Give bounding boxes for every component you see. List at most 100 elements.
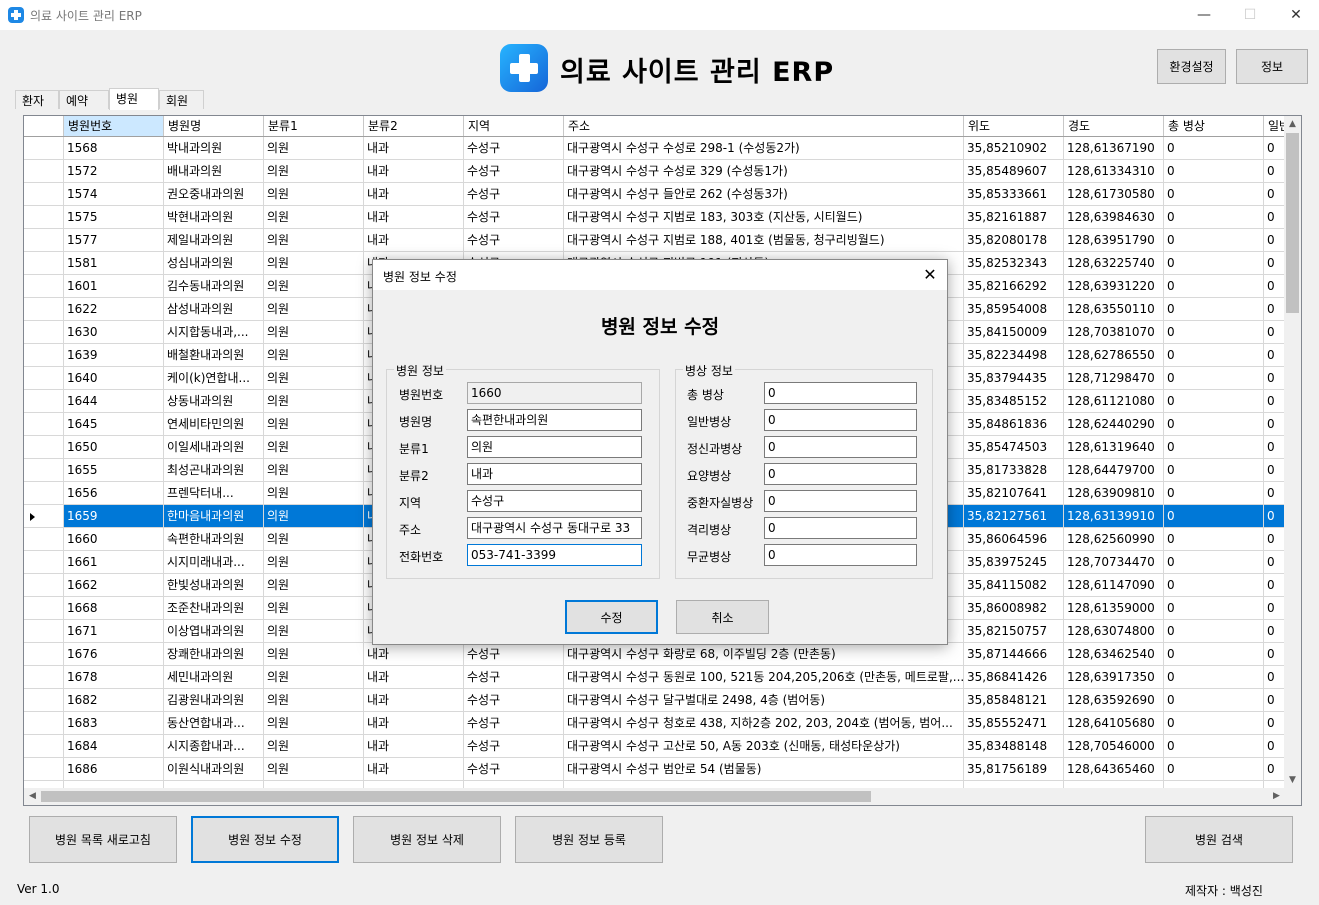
vertical-scrollbar[interactable]: ▲ ▼ [1284,116,1301,789]
cell-address[interactable]: 대구광역시 수성구 화랑로 68, 이주빌딩 2층 (만촌동) [564,643,964,666]
cell-category1[interactable]: 의원 [264,551,364,574]
general-beds-field[interactable]: 0 [764,409,917,431]
cell-longitude[interactable]: 128,71298470 [1064,367,1164,390]
row-header[interactable] [24,229,64,252]
cell-longitude[interactable]: 128,63984630 [1064,206,1164,229]
cell-latitude[interactable]: 35,85333661 [964,183,1064,206]
cell-general-beds[interactable]: 0 [1264,597,1285,620]
tab-member[interactable]: 회원 [159,90,204,109]
delete-hospital-button[interactable]: 병원 정보 삭제 [353,816,501,863]
column-header[interactable]: 분류2 [364,116,464,136]
row-header[interactable] [24,367,64,390]
cell-category2[interactable]: 내과 [364,137,464,160]
cell-hospital-name[interactable]: 속편한내과의원 [164,528,264,551]
cell-total-beds[interactable]: 0 [1164,712,1264,735]
cell-general-beds[interactable]: 0 [1264,436,1285,459]
cell-category2[interactable]: 내과 [364,735,464,758]
column-header[interactable]: 지역 [464,116,564,136]
cell-category1[interactable]: 의원 [264,574,364,597]
cell-hospital-id[interactable]: 1678 [64,666,164,689]
row-header[interactable] [24,505,64,528]
cell-category1[interactable]: 의원 [264,758,364,781]
column-header[interactable]: 경도 [1064,116,1164,136]
row-header[interactable] [24,390,64,413]
total-beds-field[interactable]: 0 [764,382,917,404]
row-header[interactable] [24,275,64,298]
refresh-list-button[interactable]: 병원 목록 새로고침 [29,816,177,863]
column-header[interactable]: 분류1 [264,116,364,136]
cell-latitude[interactable]: 35,83975245 [964,551,1064,574]
cell-total-beds[interactable]: 0 [1164,597,1264,620]
cell-longitude[interactable]: 128,61359000 [1064,597,1164,620]
cell-latitude[interactable]: 35,82127561 [964,505,1064,528]
cell-category1[interactable]: 의원 [264,298,364,321]
cell-general-beds[interactable]: 0 [1264,367,1285,390]
cell-general-beds[interactable]: 0 [1264,229,1285,252]
cell-hospital-name[interactable]: 동산연합내과... [164,712,264,735]
cell-region[interactable]: 수성구 [464,229,564,252]
cell-total-beds[interactable]: 0 [1164,551,1264,574]
cell-category1[interactable]: 의원 [264,735,364,758]
cell-hospital-id[interactable]: 1650 [64,436,164,459]
cell-hospital-name[interactable]: 성심내과의원 [164,252,264,275]
cell-longitude[interactable]: 128,63074800 [1064,620,1164,643]
cell-address[interactable]: 대구광역시 수성구 수성로 298-1 (수성동2가) [564,137,964,160]
cell-region[interactable]: 수성구 [464,666,564,689]
cell-category1[interactable]: 의원 [264,712,364,735]
cell-hospital-name[interactable]: 김광원내과의원 [164,689,264,712]
cell-longitude[interactable]: 128,61147090 [1064,574,1164,597]
row-header[interactable] [24,321,64,344]
cell-hospital-name[interactable]: 권오중내과의원 [164,183,264,206]
cell-hospital-name[interactable]: 세민내과의원 [164,666,264,689]
column-header[interactable]: 주소 [564,116,964,136]
row-header[interactable] [24,528,64,551]
cell-address[interactable]: 대구광역시 수성구 청호로 438, 지하2층 202, 203, 204호 (… [564,712,964,735]
cell-hospital-id[interactable]: 1659 [64,505,164,528]
cell-hospital-name[interactable]: 연세비타민의원 [164,413,264,436]
cell-general-beds[interactable]: 0 [1264,252,1285,275]
cell-general-beds[interactable]: 0 [1264,735,1285,758]
cell-longitude[interactable]: 128,61121080 [1064,390,1164,413]
cell-region[interactable]: 수성구 [464,137,564,160]
cell-category1[interactable]: 의원 [264,206,364,229]
cell-category2[interactable]: 내과 [364,689,464,712]
cell-category1[interactable]: 의원 [264,252,364,275]
cell-hospital-id[interactable]: 1684 [64,735,164,758]
table-row[interactable]: 1686 이원식내과의원 의원 내과 수성구 대구광역시 수성구 범안로 54 (범물동)… [24,758,1285,781]
row-header[interactable] [24,298,64,321]
cell-address[interactable]: 대구광역시 수성구 동원로 100, 521동 204,205,206호 (만촌… [564,666,964,689]
cell-hospital-name[interactable]: 한마음내과의원 [164,505,264,528]
table-row[interactable]: 1676 장쾌한내과의원 의원 내과 수성구 대구광역시 수성구 화랑로 68, 이주빌딩… [24,643,1285,666]
cell-hospital-name[interactable]: 케이(k)연합내... [164,367,264,390]
row-header[interactable] [24,344,64,367]
edit-hospital-button[interactable]: 병원 정보 수정 [191,816,339,863]
cell-hospital-name[interactable]: 배철환내과의원 [164,344,264,367]
cell-longitude[interactable]: 128,70546000 [1064,735,1164,758]
nursing-beds-field[interactable]: 0 [764,463,917,485]
cell-hospital-id[interactable]: 1574 [64,183,164,206]
row-header[interactable] [24,252,64,275]
cell-category2[interactable]: 내과 [364,712,464,735]
cell-hospital-id[interactable]: 1630 [64,321,164,344]
cell-latitude[interactable]: 35,82107641 [964,482,1064,505]
tab-hospital[interactable]: 병원 [109,88,159,110]
cell-total-beds[interactable]: 0 [1164,482,1264,505]
tab-reservation[interactable]: 예약 [59,90,109,109]
table-row[interactable]: 1678 세민내과의원 의원 내과 수성구 대구광역시 수성구 동원로 100, 521동… [24,666,1285,689]
table-row[interactable]: 1682 김광원내과의원 의원 내과 수성구 대구광역시 수성구 달구벌대로 2498, … [24,689,1285,712]
confirm-edit-button[interactable]: 수정 [565,600,658,634]
cell-address[interactable]: 대구광역시 수성구 들안로 262 (수성동3가) [564,183,964,206]
cell-longitude[interactable]: 128,63139910 [1064,505,1164,528]
column-header[interactable]: 총 병상 [1164,116,1264,136]
cell-hospital-name[interactable]: 박현내과의원 [164,206,264,229]
cell-address[interactable]: 대구광역시 수성구 지범로 188, 401호 (범물동, 청구리빙월드) [564,229,964,252]
row-header[interactable] [24,436,64,459]
cell-total-beds[interactable]: 0 [1164,367,1264,390]
cell-category1[interactable]: 의원 [264,643,364,666]
category1-field[interactable]: 의원 [467,436,642,458]
cell-hospital-id[interactable]: 1655 [64,459,164,482]
cell-hospital-id[interactable]: 1577 [64,229,164,252]
row-header[interactable] [24,206,64,229]
cell-total-beds[interactable]: 0 [1164,321,1264,344]
cell-category1[interactable]: 의원 [264,689,364,712]
